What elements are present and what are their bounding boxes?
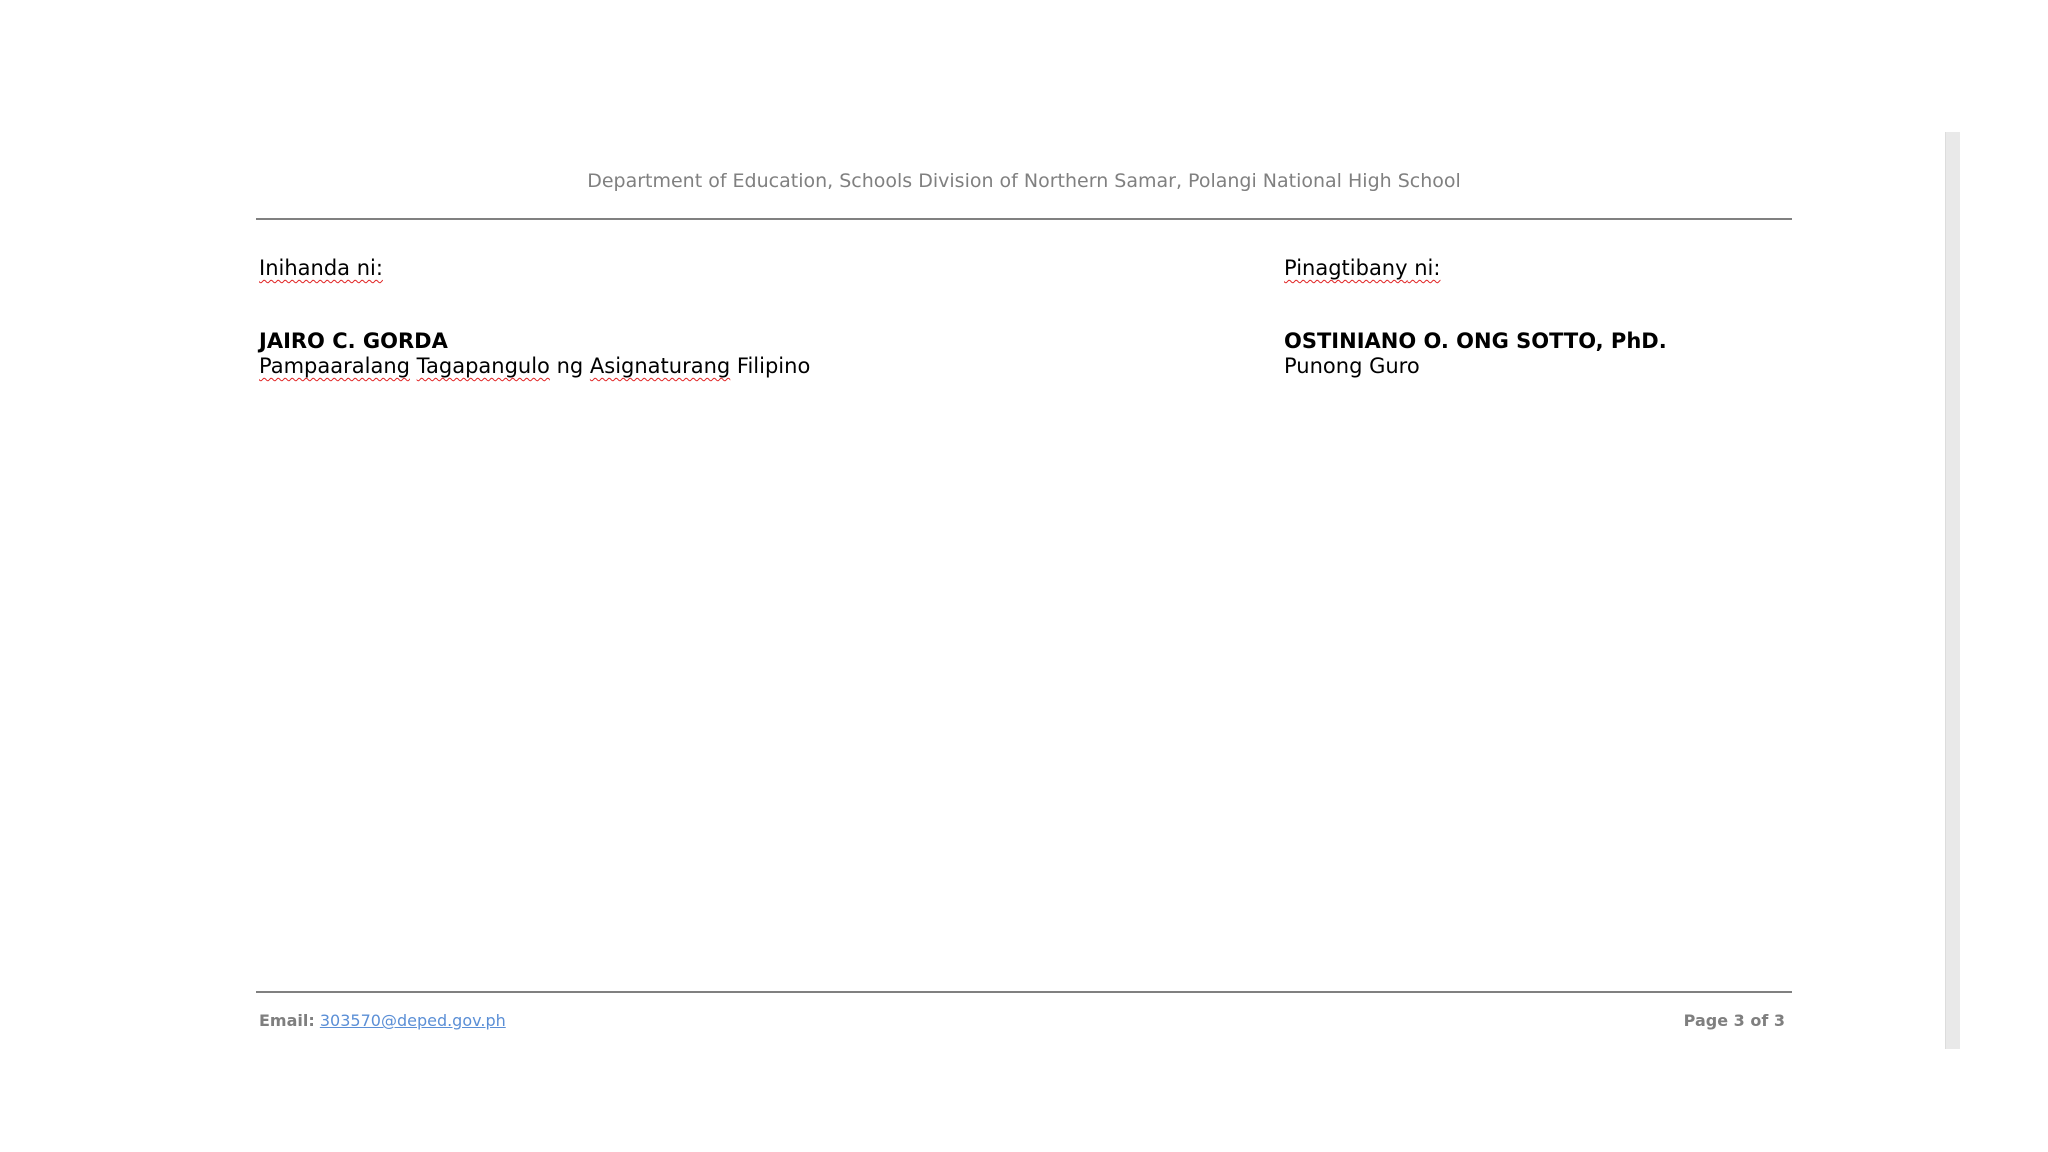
prepared-by-label: Inihanda ni:: [259, 256, 810, 281]
preparer-title-word: Asignaturang: [589, 354, 731, 378]
prepared-by-label-word: Inihanda: [259, 256, 351, 280]
page-number: Page 3 of 3: [1683, 1011, 1785, 1030]
approved-by-label-suffix: ni:: [1407, 256, 1441, 280]
approved-by-label-word: Pinagtibany: [1284, 256, 1408, 280]
page-header: Department of Education, Schools Divisio…: [587, 170, 1461, 192]
approver-name: OSTINIANO O. ONG SOTTO, PhD.: [1284, 329, 1667, 353]
footer-divider: [256, 991, 1792, 993]
prepared-by-label-suffix: ni:: [350, 256, 383, 280]
preparer-title-word: Pampaaralang: [259, 354, 410, 378]
preparer-title: Pampaaralang Tagapangulo ng Asignaturang…: [259, 354, 811, 378]
preparer-name: JAIRO C. GORDA: [259, 329, 448, 353]
document-page: Department of Education, Schools Divisio…: [0, 0, 2048, 1152]
footer-email: Email: 303570@deped.gov.ph: [259, 1011, 506, 1030]
vertical-scrollbar[interactable]: [1945, 132, 1960, 1049]
email-link[interactable]: 303570@deped.gov.ph: [320, 1011, 506, 1030]
prepared-by-block: Inihanda ni: JAIRO C. GORDA Pampaaralang…: [259, 256, 810, 379]
approved-by-label: Pinagtibany ni:: [1284, 256, 1667, 281]
approver-title: Punong Guro: [1284, 354, 1420, 378]
approved-by-block: Pinagtibany ni: OSTINIANO O. ONG SOTTO, …: [1284, 256, 1667, 379]
header-divider: [256, 218, 1792, 220]
email-label: Email:: [259, 1011, 315, 1030]
preparer-title-word: Tagapangulo: [416, 354, 550, 378]
